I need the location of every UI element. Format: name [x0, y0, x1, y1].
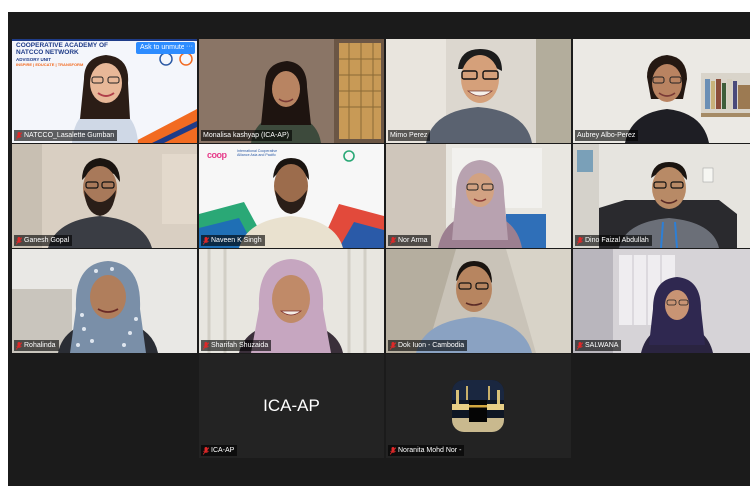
participant-tile-salwana[interactable]: SALWANA [573, 249, 750, 353]
participant-name: SALWANA [585, 342, 619, 349]
background-org-name: International Cooperative Alliance Asia … [237, 149, 278, 157]
participant-tile-dino[interactable]: Dino Faizal Abdullah [573, 144, 750, 248]
mic-muted-icon [16, 236, 22, 245]
profile-picture [452, 380, 504, 432]
mic-muted-icon [16, 131, 22, 140]
participant-name: Sharifah Shuzaida [211, 342, 269, 349]
participant-tile-lasalette[interactable]: COOPERATIVE ACADEMY OF NATCCO NETWORK AD… [12, 39, 197, 143]
participant-name: Rohalinda [24, 342, 56, 349]
mic-muted-icon [203, 341, 209, 350]
background-tagline: INSPIRE | EDUCATE | TRANSFORM [16, 62, 84, 67]
participant-name: Monalisa kashyap (ICA-AP) [203, 132, 289, 139]
participant-name-tag: Naveen K Singh [201, 235, 265, 246]
mic-muted-icon [390, 446, 396, 455]
video-feed [386, 249, 571, 353]
background-title: COOPERATIVE ACADEMY OF NATCCO NETWORK [16, 42, 108, 56]
kaaba-image [452, 380, 504, 432]
participant-display-name: ICA-AP [263, 396, 320, 415]
participant-tile-dok-iuon[interactable]: Dok Iuon - Cambodia [386, 249, 571, 353]
participant-name-tag: Ganesh Gopal [14, 235, 73, 246]
participant-name: Aubrey Albo-Perez [577, 132, 636, 139]
participant-tile-mimo[interactable]: Mimo Perez [386, 39, 571, 143]
participant-name: Nor Arma [398, 237, 428, 244]
participant-name-tag: Nor Arma [388, 235, 431, 246]
participant-name-tag: Noranita Mohd Nor - [388, 445, 465, 456]
participant-tile-naveen[interactable]: coop International Cooperative Alliance … [199, 144, 384, 248]
mic-muted-icon [390, 341, 396, 350]
participant-tile-rohalinda[interactable]: Rohalinda [12, 249, 197, 353]
participant-name: ICA-AP [211, 447, 235, 454]
video-feed [199, 249, 384, 353]
participant-tile-nor-arma[interactable]: Nor Arma [386, 144, 571, 248]
participant-name-tag: Mimo Perez [388, 130, 431, 141]
more-options-button[interactable]: ··· [184, 42, 195, 54]
participant-tile-monalisa[interactable]: Monalisa kashyap (ICA-AP) [199, 39, 384, 143]
video-feed [386, 39, 571, 143]
participant-tile-ica-ap[interactable]: ICA-AP ICA-AP [199, 354, 384, 458]
participant-tile-sharifah[interactable]: Sharifah Shuzaida [199, 249, 384, 353]
video-feed [12, 144, 197, 248]
participant-name: NATCCO_Lasalette Gumban [24, 132, 115, 139]
video-gallery: COOPERATIVE ACADEMY OF NATCCO NETWORK AD… [8, 12, 750, 486]
participant-name-tag: ICA-AP [201, 445, 238, 456]
participant-name: Ganesh Gopal [24, 237, 70, 244]
participant-name-tag: Sharifah Shuzaida [201, 340, 272, 351]
participant-name-tag: Rohalinda [14, 340, 59, 351]
mic-muted-icon [203, 446, 209, 455]
participant-name-tag: Dino Faizal Abdullah [575, 235, 652, 246]
coop-logo: coop [207, 150, 227, 160]
video-feed [573, 39, 750, 143]
ask-to-unmute-button[interactable]: Ask to unmute [136, 42, 189, 54]
video-feed [12, 249, 197, 353]
participant-tile-noranita[interactable]: Noranita Mohd Nor - [386, 354, 571, 458]
participant-tile-aubrey[interactable]: Aubrey Albo-Perez [573, 39, 750, 143]
video-feed [573, 249, 750, 353]
participant-name-tag: Monalisa kashyap (ICA-AP) [201, 130, 292, 141]
participant-name: Naveen K Singh [211, 237, 262, 244]
participant-name: Mimo Perez [390, 132, 428, 139]
participant-tile-ganesh[interactable]: Ganesh Gopal [12, 144, 197, 248]
participant-name: Dino Faizal Abdullah [585, 237, 649, 244]
mic-muted-icon [203, 236, 209, 245]
mic-muted-icon [16, 341, 22, 350]
participant-name-tag: SALWANA [575, 340, 622, 351]
participant-name-tag: Dok Iuon - Cambodia [388, 340, 468, 351]
participant-name: Dok Iuon - Cambodia [398, 342, 465, 349]
mic-muted-icon [390, 236, 396, 245]
participant-name-tag: NATCCO_Lasalette Gumban [14, 130, 118, 141]
mic-muted-icon [577, 341, 583, 350]
video-feed [573, 144, 750, 248]
video-feed [386, 144, 571, 248]
participant-name: Noranita Mohd Nor - [398, 447, 462, 454]
participant-name-tag: Aubrey Albo-Perez [575, 130, 639, 141]
video-feed [199, 39, 384, 143]
mic-muted-icon [577, 236, 583, 245]
